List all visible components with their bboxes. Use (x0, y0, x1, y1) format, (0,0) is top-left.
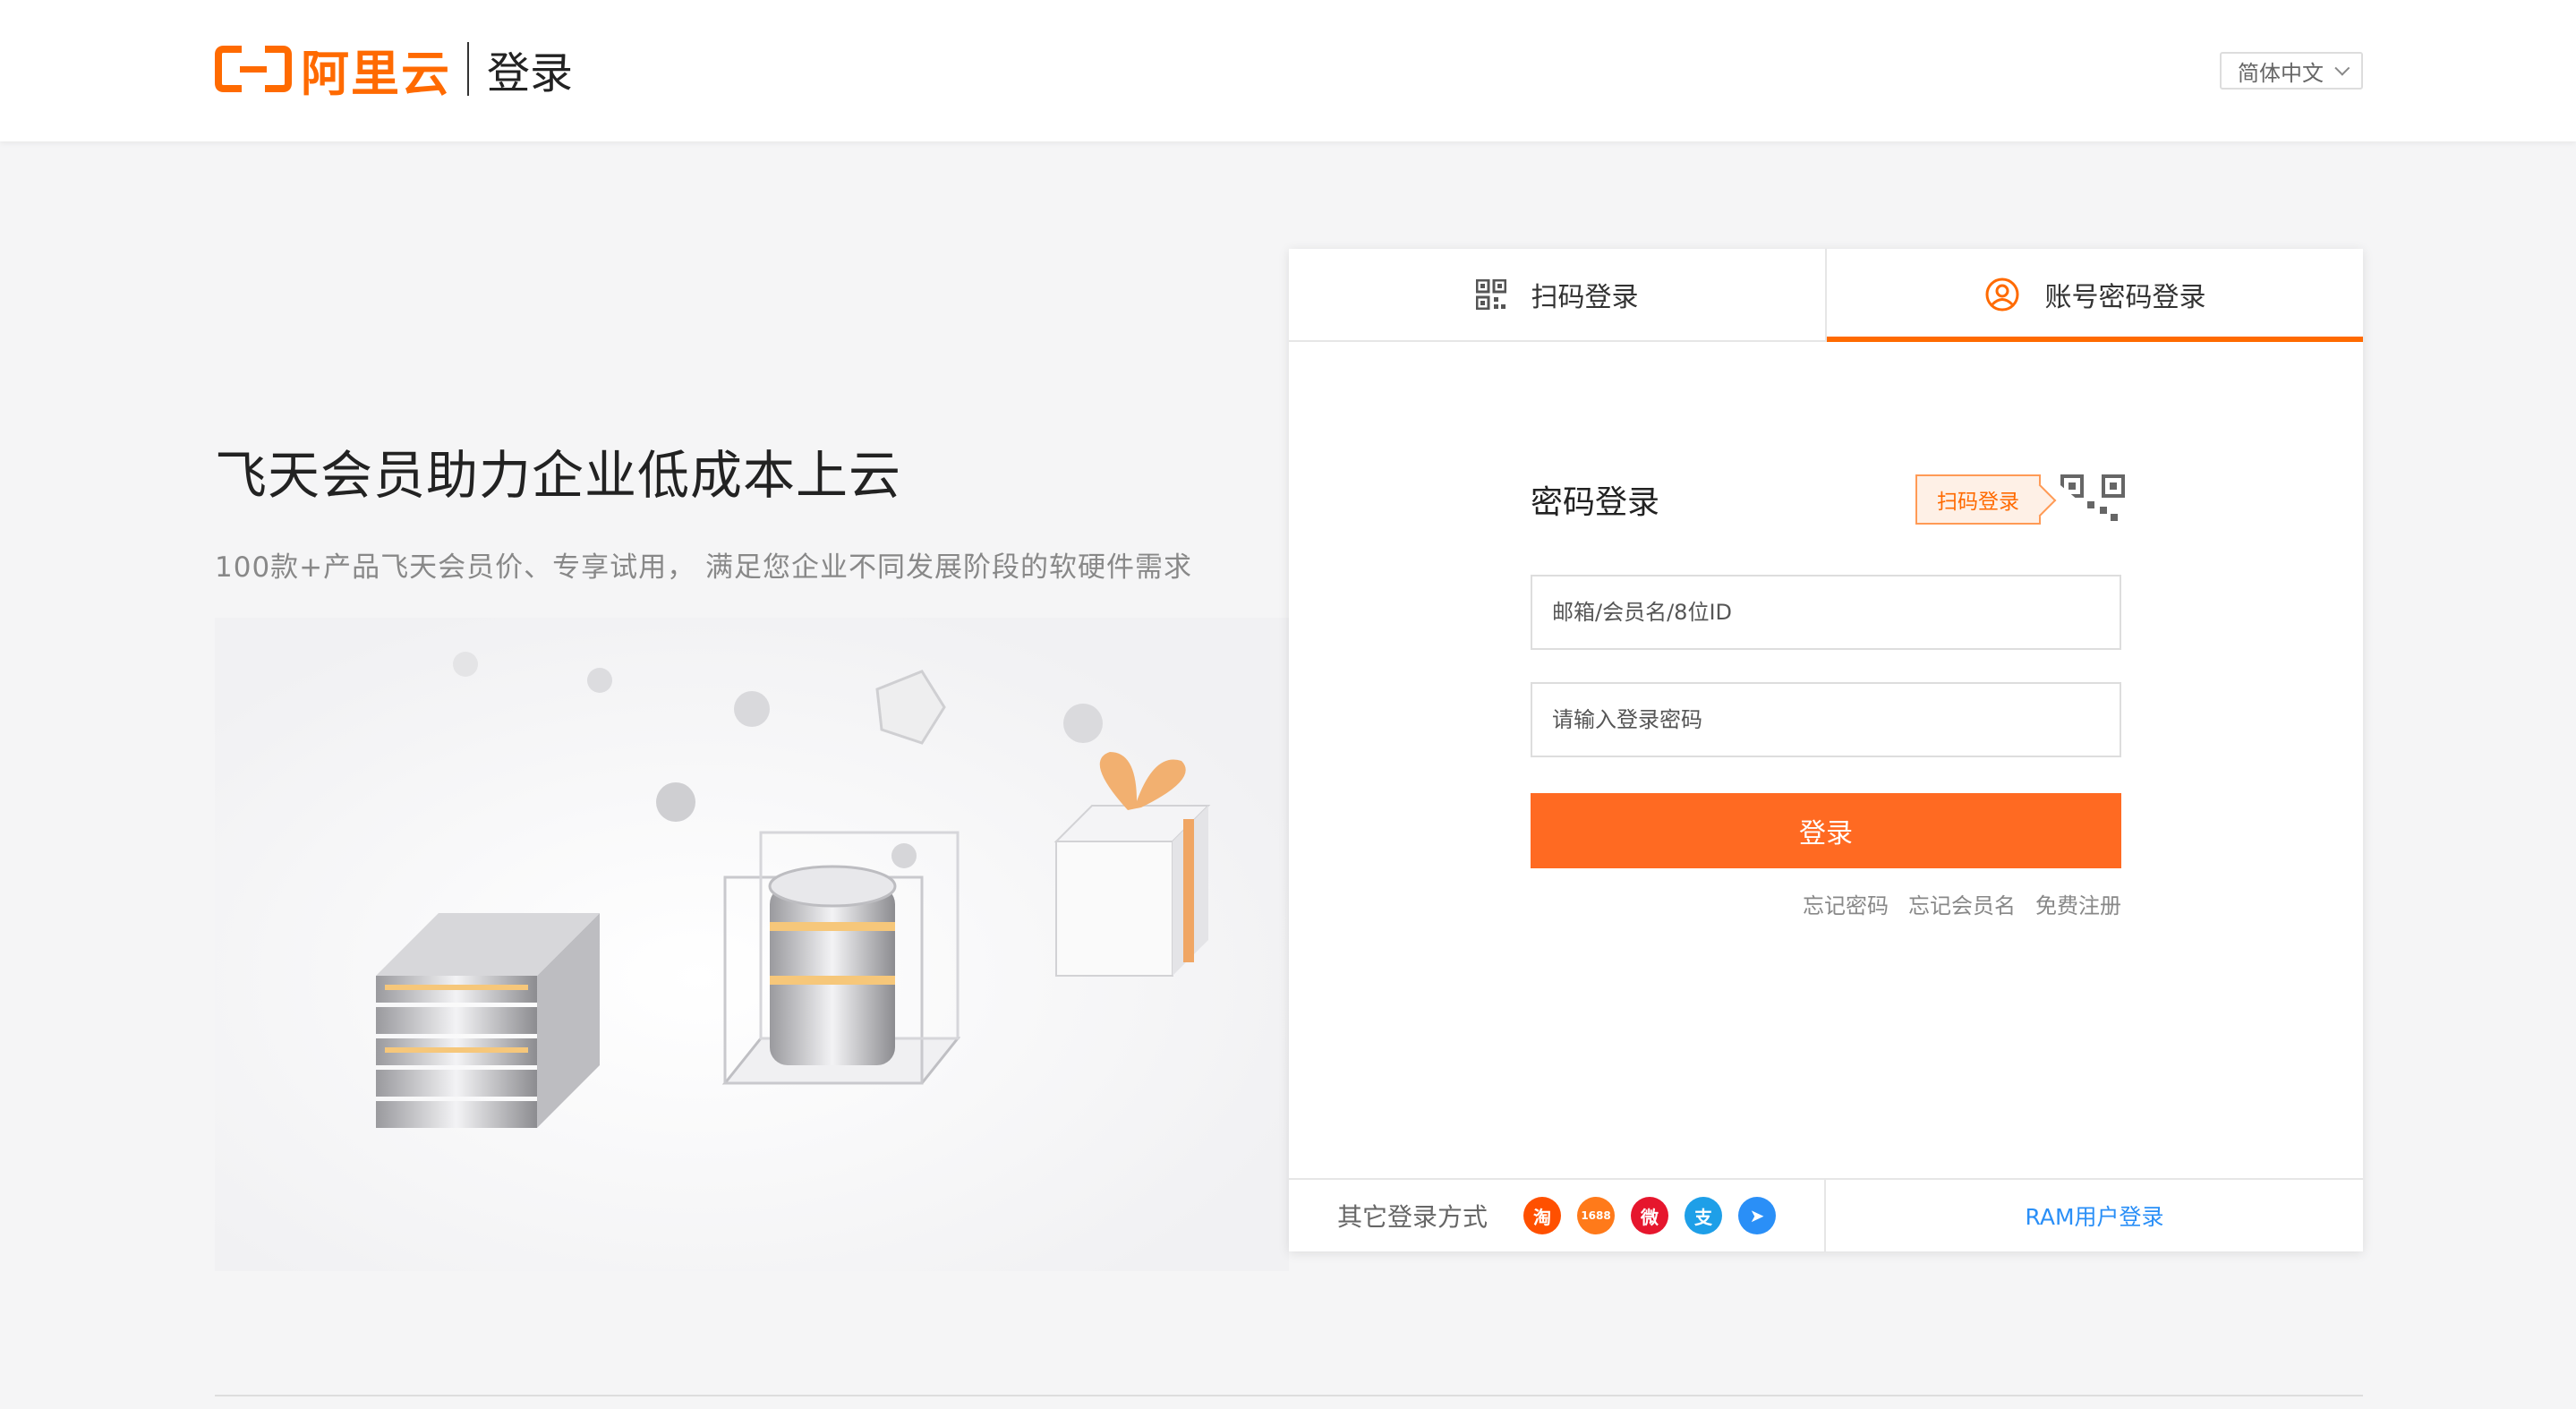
page-title: 登录 (487, 48, 574, 98)
alipay-icon[interactable]: 支 (1685, 1197, 1723, 1234)
weibo-icon[interactable]: 微 (1631, 1197, 1669, 1234)
register-link[interactable]: 免费注册 (2035, 888, 2121, 919)
qr-login-tip[interactable]: 扫码登录 (1915, 474, 2041, 525)
login-button[interactable]: 登录 (1531, 793, 2121, 868)
user-icon (1984, 277, 2020, 312)
forgot-password-link[interactable]: 忘记密码 (1803, 888, 1889, 919)
login-card: 扫码登录 账号密码登录 密码登录 扫码登录 邮箱/会员名/8位ID 登录 忘记密… (1289, 249, 2363, 1251)
top-bar: 阿里云 登录 简体中文 (0, 0, 2576, 141)
tab-password-login[interactable]: 账号密码登录 (1825, 249, 2363, 342)
help-links: 忘记密码 忘记会员名 免费注册 (1803, 888, 2121, 919)
username-input[interactable] (1531, 575, 2121, 650)
language-label: 简体中文 (2238, 60, 2324, 86)
dingtalk-icon[interactable]: ➤ (1738, 1197, 1777, 1234)
tab-label: 账号密码登录 (2044, 282, 2206, 313)
language-select[interactable]: 简体中文 (2220, 52, 2363, 90)
promo-subtitle: 100款+产品飞天会员价、专享试用， 满足您企业不同发展阶段的软硬件需求 (215, 551, 1192, 584)
qr-switch-icon[interactable] (2060, 474, 2132, 546)
form-title: 密码登录 (1531, 484, 1660, 521)
taobao-icon[interactable]: 淘 (1523, 1197, 1562, 1234)
card-footer: 其它登录方式 淘 1688 微 支 ➤ RAM用户登录 (1289, 1178, 2363, 1251)
login-tabs: 扫码登录 账号密码登录 (1289, 249, 2363, 342)
password-input[interactable] (1531, 682, 2121, 757)
promo-illustration (215, 618, 1289, 1271)
tab-label: 扫码登录 (1531, 282, 1639, 313)
other-login-methods: 其它登录方式 淘 1688 微 支 ➤ (1289, 1180, 1826, 1251)
logo-divider (467, 42, 469, 96)
logo-text: 阿里云 (301, 45, 451, 102)
bottom-divider (215, 1395, 2363, 1396)
aliyun-logo-icon (215, 44, 292, 94)
ram-user-login-link[interactable]: RAM用户登录 (1826, 1180, 2363, 1251)
chevron-down-icon (2334, 60, 2350, 76)
promo-title: 飞天会员助力企业低成本上云 (215, 445, 902, 506)
tab-qr-login[interactable]: 扫码登录 (1289, 249, 1825, 340)
1688-icon[interactable]: 1688 (1577, 1197, 1616, 1234)
aliyun-logo[interactable]: 阿里云 登录 (215, 41, 574, 102)
other-login-label: 其它登录方式 (1337, 1202, 1488, 1232)
qr-code-icon (1475, 279, 1506, 310)
forgot-username-link[interactable]: 忘记会员名 (1908, 888, 2016, 919)
